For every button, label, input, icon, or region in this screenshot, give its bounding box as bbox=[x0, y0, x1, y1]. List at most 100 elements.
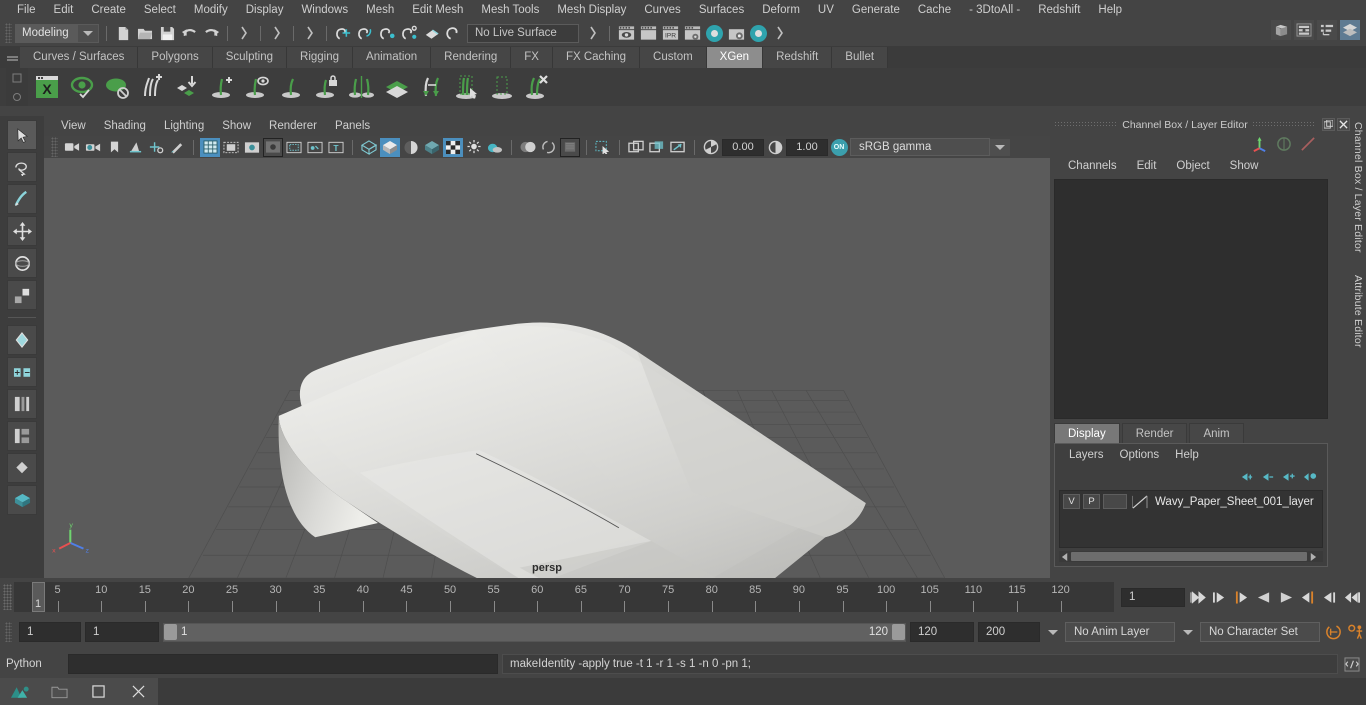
time-slider-track[interactable]: 1 5 10 15 20 25 30 35 40 45 50 55 60 65 70 75 80 85 90 95 1… bbox=[14, 582, 1114, 612]
menu-mesh-display[interactable]: Mesh Display bbox=[548, 0, 635, 20]
xgen-mirror-guide-icon[interactable] bbox=[346, 71, 378, 103]
channel-box-toggle-icon[interactable] bbox=[1317, 20, 1337, 40]
lasso-select-tool[interactable] bbox=[7, 152, 37, 182]
camera-attributes-icon[interactable] bbox=[83, 138, 103, 157]
shelf-tab-fx[interactable]: FX bbox=[511, 47, 553, 68]
use-default-material-icon[interactable] bbox=[422, 138, 442, 157]
move-layer-up-icon[interactable] bbox=[1240, 471, 1254, 483]
script-editor-icon[interactable] bbox=[1342, 654, 1362, 674]
shelf-tab-fx-caching[interactable]: FX Caching bbox=[552, 47, 641, 68]
folder-icon[interactable] bbox=[46, 681, 72, 703]
auto-key-icon[interactable] bbox=[1324, 622, 1343, 642]
exposure-icon[interactable] bbox=[701, 138, 721, 157]
statusline-collapse-2-icon[interactable] bbox=[769, 22, 791, 44]
render-settings-icon[interactable] bbox=[681, 23, 703, 43]
channelbox-menu-channels[interactable]: Channels bbox=[1058, 155, 1127, 177]
lighting-icon[interactable] bbox=[464, 138, 484, 157]
snap-to-projected-center-icon[interactable] bbox=[398, 22, 420, 44]
layer-menu-options[interactable]: Options bbox=[1112, 444, 1168, 466]
gamma-value[interactable]: 1.00 bbox=[786, 138, 828, 156]
maya-app-icon[interactable] bbox=[7, 681, 33, 703]
save-scene-icon[interactable] bbox=[156, 22, 178, 44]
menu-file[interactable]: File bbox=[8, 0, 45, 20]
xgen-preview-off-icon[interactable] bbox=[101, 71, 133, 103]
layer-tab-display[interactable]: Display bbox=[1054, 423, 1120, 443]
step-back-keyframe-icon[interactable] bbox=[1210, 587, 1229, 607]
xgen-add-guides-icon[interactable] bbox=[136, 71, 168, 103]
layer-menu-help[interactable]: Help bbox=[1167, 444, 1207, 466]
persp-viewport[interactable]: y z x persp bbox=[44, 158, 1050, 578]
rotate-tool[interactable] bbox=[7, 248, 37, 278]
menu-windows[interactable]: Windows bbox=[292, 0, 357, 20]
channelbox-menu-object[interactable]: Object bbox=[1166, 155, 1219, 177]
shelf-grip[interactable] bbox=[4, 46, 20, 68]
side-tab-attribute-editor[interactable]: Attribute Editor bbox=[1352, 275, 1364, 348]
xgen-region-select-icon[interactable] bbox=[486, 71, 518, 103]
go-to-start-icon[interactable] bbox=[1188, 587, 1207, 607]
character-set-dropdown-arrow[interactable] bbox=[1179, 622, 1196, 642]
scale-gizmo-icon[interactable] bbox=[1300, 136, 1316, 152]
move-axis-gizmo-icon[interactable] bbox=[1251, 136, 1268, 153]
menu-generate[interactable]: Generate bbox=[843, 0, 909, 20]
step-forward-keyframe-icon[interactable] bbox=[1320, 587, 1339, 607]
safe-action-icon[interactable] bbox=[305, 138, 325, 157]
open-scene-icon[interactable] bbox=[134, 22, 156, 44]
xgen-density-mask-icon[interactable] bbox=[171, 71, 203, 103]
workspace-selector-icon[interactable] bbox=[1340, 20, 1360, 40]
safe-title-icon[interactable]: T bbox=[326, 138, 346, 157]
undock-panel-icon[interactable] bbox=[1322, 118, 1335, 131]
playback-start-time-field[interactable]: 1 bbox=[85, 622, 159, 642]
current-frame-field[interactable]: 1 bbox=[1121, 587, 1185, 607]
menu-help[interactable]: Help bbox=[1089, 0, 1131, 20]
close-panel-icon[interactable] bbox=[1337, 118, 1350, 131]
bookmark-icon[interactable] bbox=[104, 138, 124, 157]
time-slider-grip[interactable] bbox=[3, 584, 12, 610]
shelf-tab-rendering[interactable]: Rendering bbox=[431, 47, 512, 68]
xray-joints-icon[interactable] bbox=[647, 138, 667, 157]
xgen-add-guide-icon[interactable] bbox=[206, 71, 238, 103]
shelf-tab-curves-surfaces[interactable]: Curves / Surfaces bbox=[20, 47, 139, 68]
playback-end-time-field[interactable]: 120 bbox=[910, 622, 974, 642]
shelf-tab-sculpting[interactable]: Sculpting bbox=[212, 47, 288, 68]
last-tool-used[interactable] bbox=[7, 389, 37, 419]
gate-mask-icon[interactable] bbox=[263, 137, 283, 157]
channelbox-menu-edit[interactable]: Edit bbox=[1127, 155, 1167, 177]
attribute-editor-toggle-icon[interactable] bbox=[1294, 20, 1314, 40]
range-slider-left-handle[interactable] bbox=[164, 624, 177, 640]
ipr-render-icon[interactable]: IPR bbox=[659, 23, 681, 43]
snap-to-point-icon[interactable] bbox=[376, 22, 398, 44]
menuset-dropdown-arrow[interactable] bbox=[78, 24, 98, 42]
scale-tool[interactable] bbox=[7, 280, 37, 310]
go-to-end-icon[interactable] bbox=[1342, 587, 1361, 607]
hypershade-icon[interactable] bbox=[703, 23, 725, 43]
layer-list-horizontal-scrollbar[interactable] bbox=[1059, 551, 1323, 562]
screen-space-ao-icon[interactable] bbox=[518, 138, 538, 157]
menu-edit-mesh[interactable]: Edit Mesh bbox=[403, 0, 472, 20]
xgen-preview-on-icon[interactable] bbox=[66, 71, 98, 103]
scroll-right-arrow-icon[interactable] bbox=[1307, 552, 1319, 561]
xgen-guide-visibility-icon[interactable] bbox=[241, 71, 273, 103]
xgen-convert-icon[interactable] bbox=[416, 71, 448, 103]
color-management-icon[interactable]: ON bbox=[829, 138, 849, 157]
viewport-menu-lighting[interactable]: Lighting bbox=[155, 116, 213, 136]
film-gate-icon[interactable] bbox=[221, 138, 241, 157]
outliner-toggle-icon[interactable] bbox=[1271, 20, 1291, 40]
shelf-tab-redshift[interactable]: Redshift bbox=[763, 47, 833, 68]
menu-redshift[interactable]: Redshift bbox=[1029, 0, 1089, 20]
menuset-selector[interactable]: Modeling bbox=[15, 23, 99, 43]
color-profile-select[interactable]: sRGB gamma bbox=[850, 138, 1010, 156]
close-icon[interactable] bbox=[125, 681, 151, 703]
shelf-tab-custom[interactable]: Custom bbox=[640, 47, 707, 68]
paint-select-tool[interactable] bbox=[7, 184, 37, 214]
gamma-icon[interactable] bbox=[765, 138, 785, 157]
viewport-menu-view[interactable]: View bbox=[52, 116, 95, 136]
shelf-tab-rigging[interactable]: Rigging bbox=[287, 47, 354, 68]
exposure-value[interactable]: 0.00 bbox=[722, 138, 764, 156]
wireframe-icon[interactable] bbox=[359, 138, 379, 157]
live-surface-field[interactable]: No Live Surface bbox=[467, 23, 579, 43]
command-input[interactable] bbox=[68, 654, 498, 674]
textured-icon[interactable] bbox=[443, 137, 463, 157]
field-chart-icon[interactable] bbox=[284, 138, 304, 157]
range-slider-grip[interactable] bbox=[5, 622, 12, 642]
move-layer-down-icon[interactable] bbox=[1261, 471, 1275, 483]
